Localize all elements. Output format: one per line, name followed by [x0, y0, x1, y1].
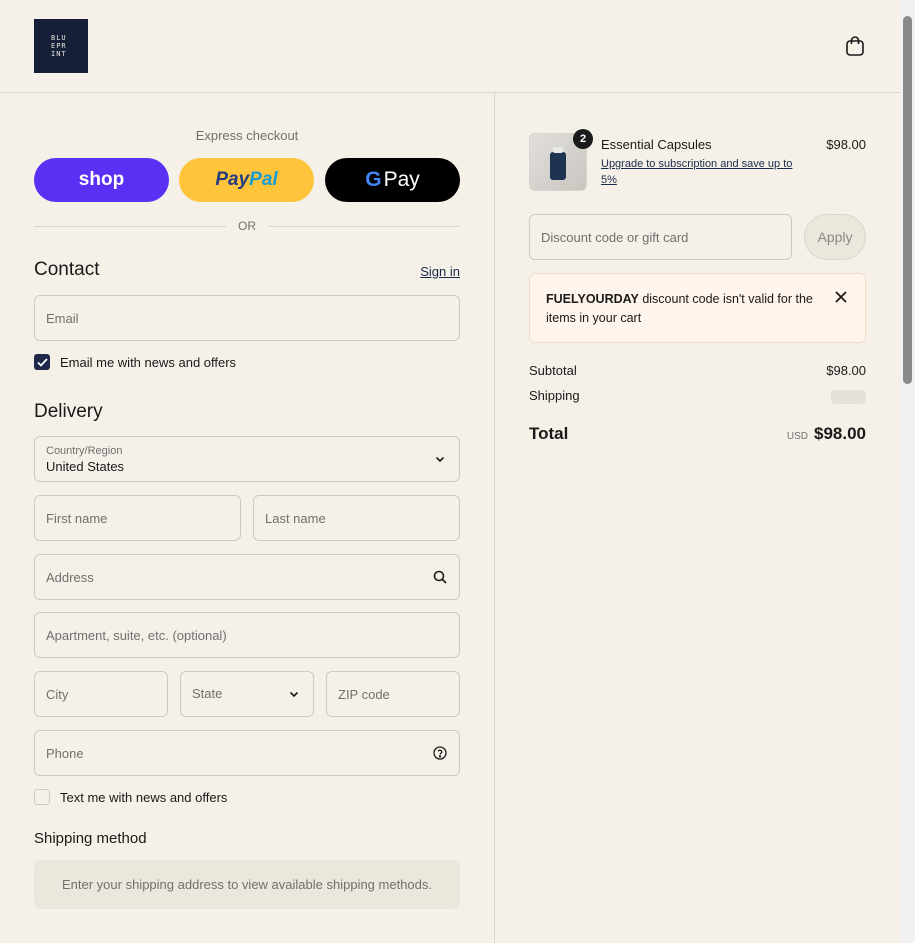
zip-code-placeholder: ZIP code: [338, 686, 390, 702]
apartment-field[interactable]: Apartment, suite, etc. (optional): [34, 612, 460, 658]
last-name-field[interactable]: Last name: [253, 495, 460, 541]
phone-placeholder: Phone: [46, 745, 84, 761]
or-line-right: [268, 226, 460, 227]
last-name-placeholder: Last name: [265, 510, 326, 526]
first-name-field[interactable]: First name: [34, 495, 241, 541]
country-label: Country/Region: [46, 445, 123, 457]
scrollbar-thumb[interactable]: [903, 16, 912, 384]
country-value: United States: [46, 459, 125, 474]
help-circle-icon[interactable]: [433, 746, 447, 760]
brand-logo[interactable]: BLU EPR INT: [34, 19, 88, 73]
sms-checkbox-row[interactable]: Text me with news and offers: [34, 789, 227, 805]
upgrade-subscription-link[interactable]: Upgrade to subscription and save up to 5…: [601, 156, 811, 188]
state-placeholder: State: [192, 686, 223, 701]
total-amount: $98.00: [814, 424, 866, 443]
discount-error-alert: FUELYOURDAY discount code isn't valid fo…: [529, 273, 866, 343]
phone-field[interactable]: Phone: [34, 730, 460, 776]
or-divider: OR: [34, 218, 460, 234]
header: BLU EPR INT: [0, 0, 900, 93]
logo-line-2: EPR: [51, 42, 67, 50]
product-name: Essential Capsules: [601, 137, 712, 152]
city-placeholder: City: [46, 686, 69, 702]
discount-code-field[interactable]: Discount code or gift card: [529, 214, 792, 260]
newsletter-label: Email me with news and offers: [60, 354, 237, 370]
product-price: $98.00: [826, 137, 866, 152]
page-scrollbar[interactable]: [900, 0, 915, 943]
total-value-group: USD $98.00: [787, 424, 866, 444]
newsletter-checkbox-row[interactable]: Email me with news and offers: [34, 354, 236, 370]
paypal-label-pal: Pal: [249, 169, 278, 190]
chevron-down-icon: [289, 691, 299, 698]
zip-code-field[interactable]: ZIP code: [326, 671, 460, 717]
logo-line-1: BLU: [51, 34, 67, 42]
subtotal-label: Subtotal: [529, 363, 577, 378]
first-name-placeholder: First name: [46, 510, 108, 526]
state-select[interactable]: State: [180, 671, 314, 717]
sign-in-link[interactable]: Sign in: [420, 264, 460, 279]
shipping-label: Shipping: [529, 388, 580, 403]
paypal-button[interactable]: Pay Pal: [179, 158, 314, 202]
shop-pay-label: shop: [78, 169, 125, 190]
close-icon[interactable]: [835, 291, 847, 303]
shopping-bag-icon[interactable]: [844, 35, 866, 57]
country-select[interactable]: Country/Region United States: [34, 436, 460, 482]
discount-placeholder: Discount code or gift card: [541, 229, 689, 245]
apply-discount-button[interactable]: Apply: [804, 214, 866, 260]
shipping-method-message: Enter your shipping address to view avai…: [62, 877, 432, 892]
address-placeholder: Address: [46, 569, 94, 585]
delivery-title: Delivery: [34, 401, 103, 422]
total-row: Total USD $98.00: [529, 424, 866, 444]
alert-code: FUELYOURDAY: [546, 292, 639, 306]
total-currency: USD: [786, 431, 808, 442]
quantity-badge: 2: [573, 129, 593, 149]
product-bottle-image: [550, 147, 566, 180]
email-field[interactable]: Email: [34, 295, 460, 341]
total-label: Total: [529, 424, 569, 443]
contact-title: Contact: [34, 259, 100, 280]
shop-pay-button[interactable]: shop: [34, 158, 169, 202]
shipping-loading-placeholder: [831, 390, 866, 404]
sms-label: Text me with news and offers: [60, 789, 228, 805]
apartment-placeholder: Apartment, suite, etc. (optional): [46, 627, 227, 643]
google-g-icon: G: [365, 168, 382, 191]
google-pay-button[interactable]: G Pay: [325, 158, 460, 202]
subtotal-row: Subtotal $98.00: [529, 363, 866, 378]
shipping-method-notice: Enter your shipping address to view avai…: [34, 860, 460, 909]
google-pay-label: Pay: [383, 168, 420, 191]
address-field[interactable]: Address: [34, 554, 460, 600]
newsletter-checkbox[interactable]: [34, 354, 50, 370]
shipping-row: Shipping: [529, 388, 866, 404]
shipping-method-title: Shipping method: [34, 830, 147, 847]
checkmark-icon: [36, 357, 48, 367]
express-checkout-title: Express checkout: [195, 128, 299, 143]
logo-line-3: INT: [51, 50, 67, 58]
subtotal-value: $98.00: [826, 363, 866, 378]
search-icon[interactable]: [433, 570, 447, 584]
column-divider: [494, 93, 495, 943]
paypal-label-pay: Pay: [215, 169, 250, 190]
chevron-down-icon: [435, 456, 445, 463]
city-field[interactable]: City: [34, 671, 168, 717]
email-placeholder: Email: [46, 310, 79, 326]
sms-checkbox[interactable]: [34, 789, 50, 805]
